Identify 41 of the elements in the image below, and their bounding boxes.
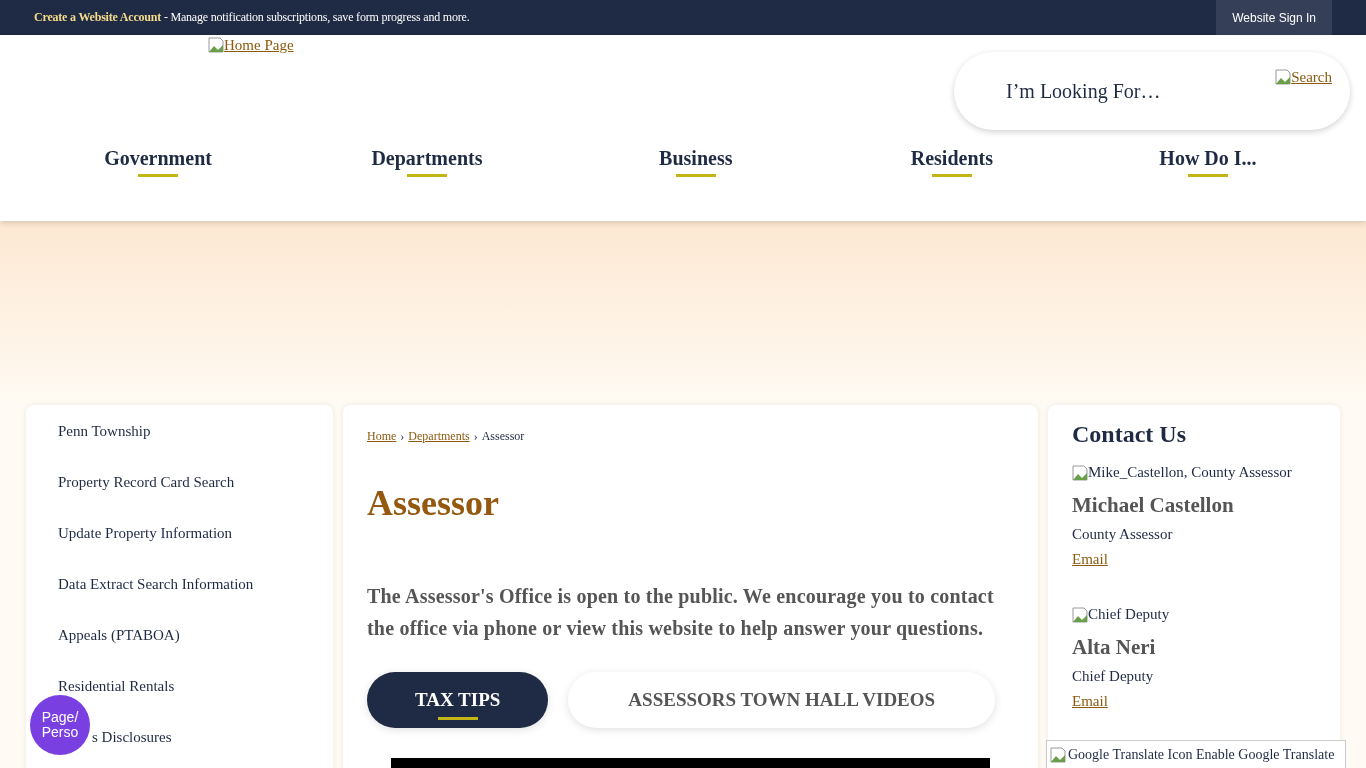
- sidebar-link[interactable]: s Disclosures: [92, 727, 172, 747]
- nav-menu-item[interactable]: Residents: [823, 147, 1080, 170]
- search-button[interactable]: Search: [1275, 69, 1332, 130]
- alt-text: Mike_Castellon, County Assessor: [1088, 464, 1292, 481]
- breadcrumb-separator: ›: [400, 429, 405, 444]
- search-field[interactable]: I’m Looking For… Search: [954, 52, 1350, 130]
- nav-menu-item[interactable]: Departments: [286, 147, 568, 170]
- intro-paragraph: The Assessor's Office is open to the public. We encourage you to contact the office via phone or view this website to help answer your questions.: [367, 584, 995, 642]
- contact-title: Contact Us: [1072, 421, 1187, 448]
- broken-image-icon: [1275, 69, 1292, 85]
- create-account-link[interactable]: Create a Website Account: [34, 10, 162, 24]
- tab[interactable]: TAX TIPS: [367, 672, 549, 728]
- breadcrumb-link[interactable]: Departments: [408, 429, 470, 444]
- sidebar-link[interactable]: Residential Rentals: [58, 676, 175, 696]
- sign-in-button[interactable]: Website Sign In: [1216, 0, 1332, 35]
- nav-menu-item[interactable]: Business: [567, 147, 824, 170]
- person-name: Michael Castellon: [1072, 493, 1235, 518]
- translate-button[interactable]: Google Translate Icon Enable Google Translate: [1046, 740, 1346, 768]
- sidebar-link[interactable]: Penn Township: [58, 421, 151, 441]
- sidebar-link[interactable]: Property Record Card Search: [58, 472, 235, 492]
- breadcrumb-separator: ›: [473, 429, 478, 444]
- nav-menu-item[interactable]: How Do I...: [1079, 147, 1336, 170]
- account-notice: Create a Website Account - Manage notification subscriptions, save form progress and more.: [34, 10, 470, 25]
- breadcrumb-link[interactable]: Home: [367, 429, 397, 444]
- sidebar-link[interactable]: Update Property Information: [58, 523, 233, 543]
- tab[interactable]: ASSESSORS TOWN HALL VIDEOS: [568, 672, 996, 728]
- breadcrumb-current: Assessor: [481, 429, 525, 444]
- page-title: Assessor: [367, 482, 500, 524]
- sidebar-link[interactable]: Data Extract Search Information: [58, 574, 254, 594]
- sidebar-link[interactable]: Appeals (PTABOA): [58, 625, 180, 645]
- email-link[interactable]: Email: [1072, 551, 1108, 568]
- person-name: Alta Neri: [1072, 635, 1157, 660]
- email-link[interactable]: Email: [1072, 693, 1108, 710]
- broken-image-icon: [1072, 464, 1088, 481]
- person-role: County Assessor: [1072, 526, 1174, 543]
- broken-image-icon: [1072, 606, 1088, 623]
- alt-text: Chief Deputy: [1088, 606, 1170, 623]
- person-role: Chief Deputy: [1072, 668, 1155, 685]
- broken-image-icon: [1050, 747, 1066, 763]
- home-page-link[interactable]: Home Page: [208, 37, 294, 147]
- nav-menu-item[interactable]: Government: [30, 147, 287, 170]
